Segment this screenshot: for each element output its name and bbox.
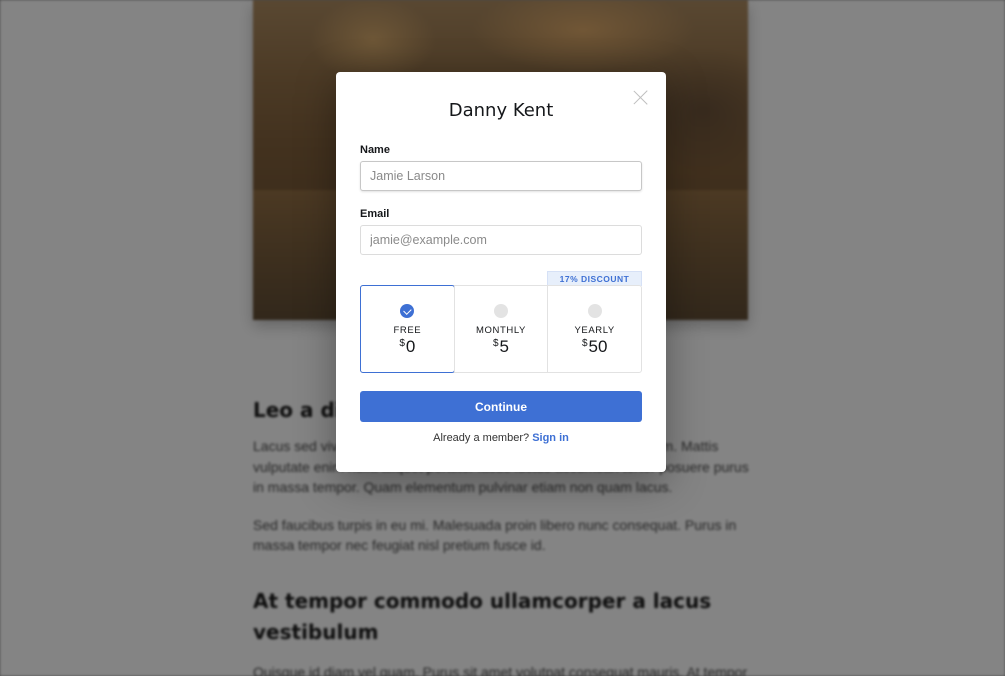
signin-prompt: Already a member? Sign in xyxy=(336,432,666,444)
radio-icon xyxy=(587,304,602,318)
discount-badge: 17% DISCOUNT xyxy=(547,271,642,286)
signup-modal: Danny Kent Name Email 17% DISCOUNT FREE … xyxy=(336,72,666,472)
plan-option-monthly[interactable]: MONTHLY $5 xyxy=(453,286,548,372)
radio-icon xyxy=(494,304,508,318)
plan-price: $5 xyxy=(492,337,510,356)
modal-title: Danny Kent xyxy=(448,100,554,121)
plan-price: $50 xyxy=(581,337,608,356)
email-input[interactable] xyxy=(360,225,642,255)
plan-name: FREE xyxy=(393,325,422,336)
signin-link[interactable]: Sign in xyxy=(532,432,569,444)
email-label: Email xyxy=(360,208,390,220)
plan-name: YEARLY xyxy=(574,325,615,336)
continue-button[interactable]: Continue xyxy=(360,391,642,422)
name-input[interactable] xyxy=(360,161,642,191)
plan-option-yearly[interactable]: YEARLY $50 xyxy=(547,286,641,372)
plan-price: $0 xyxy=(399,337,416,356)
name-label: Name xyxy=(360,144,390,156)
plan-selector: FREE $0 MONTHLY $5 YEARLY $50 xyxy=(360,285,642,373)
check-circle-icon xyxy=(400,304,415,318)
plan-option-free[interactable]: FREE $0 xyxy=(360,285,455,373)
plan-name: MONTHLY xyxy=(476,325,526,336)
member-text: Already a member? xyxy=(433,432,530,444)
